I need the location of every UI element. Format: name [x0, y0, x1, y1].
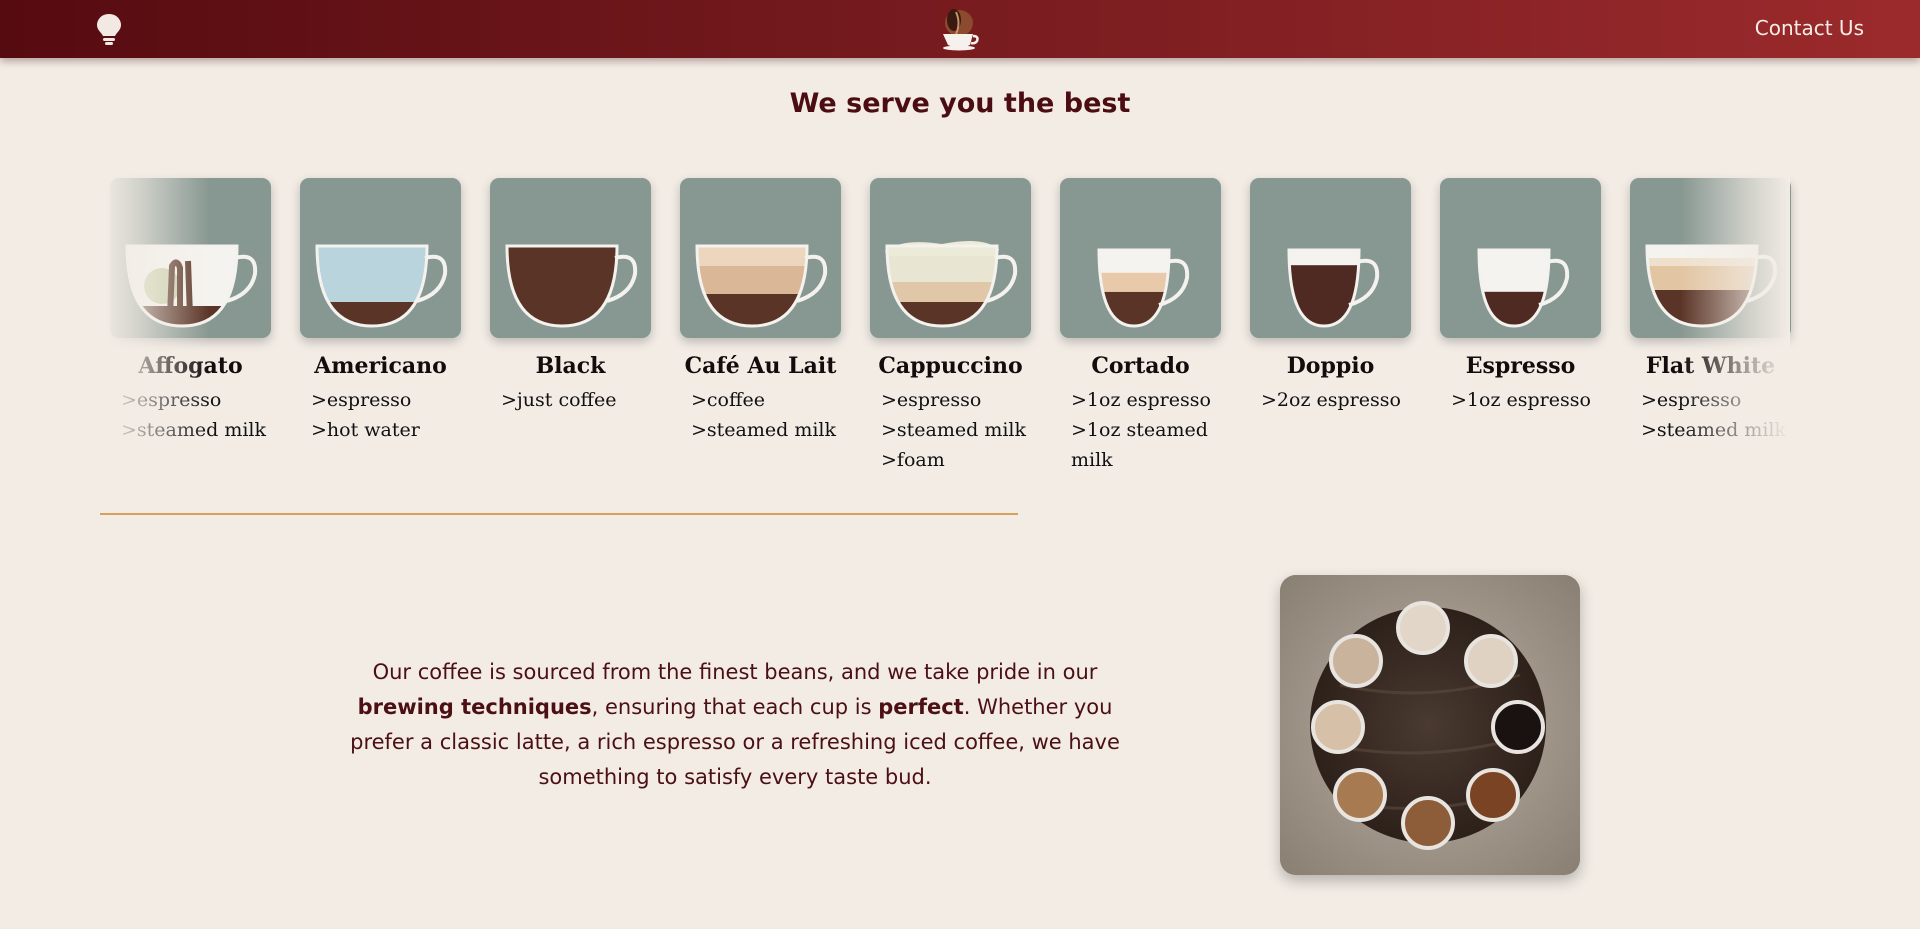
coffee-cup-card[interactable] [1440, 178, 1601, 338]
menu-item-ingredient: milk [1071, 449, 1113, 471]
menu-item[interactable]: Cappuccino >espresso >steamed milk >foam [870, 178, 1031, 475]
menu-item-description: >espresso >steamed milk [110, 385, 271, 445]
section-title: We serve you the best [789, 88, 1131, 119]
menu-item[interactable]: Flat White >espresso >steamed milk [1630, 178, 1791, 445]
menu-item-ingredient: >steamed milk [121, 419, 267, 441]
menu-item-ingredient: >espresso [311, 389, 412, 411]
menu-item-ingredient: >steamed milk [1641, 419, 1787, 441]
about-bold-perfect: perfect [878, 695, 964, 719]
menu-item-ingredient: >steamed milk [881, 419, 1027, 441]
menu-item-ingredient: >steamed milk [691, 419, 837, 441]
menu-item[interactable]: Café Au Lait >coffee >steamed milk [680, 178, 841, 445]
menu-item-ingredient: >1oz espresso [1071, 389, 1211, 411]
menu-item[interactable]: Espresso >1oz espresso [1440, 178, 1601, 415]
menu-item-description: >espresso >hot water [300, 385, 461, 445]
menu-item-ingredient: >coffee [691, 389, 765, 411]
about-bold-brewing: brewing techniques [357, 695, 592, 719]
menu-item[interactable]: Americano >espresso >hot water [300, 178, 461, 445]
about-paragraph: Our coffee is sourced from the finest be… [340, 655, 1130, 795]
coffee-cup-card[interactable] [1250, 178, 1411, 338]
coffee-cup-card[interactable] [300, 178, 461, 338]
about-text-1: Our coffee is sourced from the finest be… [372, 660, 1098, 684]
coffee-cup-card[interactable] [680, 178, 841, 338]
menu-item-name: Cappuccino [878, 353, 1023, 379]
menu-item-ingredient: >espresso [1641, 389, 1742, 411]
menu-item-name: Americano [314, 353, 447, 379]
menu-item-ingredient: >espresso [881, 389, 982, 411]
menu-item[interactable]: Cortado >1oz espresso >1oz steamed milk [1060, 178, 1221, 475]
coffee-cup-logo[interactable] [937, 7, 981, 51]
coffee-menu-carousel[interactable]: Affogato >espresso >steamed milk Americano >… [110, 178, 1791, 478]
contact-us-link[interactable]: Contact Us [1755, 16, 1864, 40]
menu-item-description: >2oz espresso [1250, 385, 1411, 415]
coffee-cup-card[interactable] [870, 178, 1031, 338]
menu-item[interactable]: Doppio >2oz espresso [1250, 178, 1411, 415]
menu-item-name: Café Au Lait [684, 353, 837, 379]
section-divider [100, 513, 1018, 515]
menu-item-description: >1oz espresso >1oz steamed milk [1060, 385, 1221, 475]
menu-item-ingredient: >espresso [121, 389, 222, 411]
menu-item-name: Doppio [1286, 353, 1375, 379]
menu-item-ingredient: >foam [881, 449, 945, 471]
menu-item-ingredient: >hot water [311, 419, 420, 441]
menu-item-name: Black [535, 353, 606, 379]
menu-item-description: >coffee >steamed milk [680, 385, 841, 445]
coffee-cup-card[interactable] [490, 178, 651, 338]
menu-item[interactable]: Black >just coffee [490, 178, 651, 415]
menu-item-name: Cortado [1091, 353, 1190, 379]
menu-item-ingredient: >2oz espresso [1261, 389, 1401, 411]
menu-item-ingredient: >just coffee [501, 389, 617, 411]
menu-item-description: >1oz espresso [1440, 385, 1601, 415]
menu-item-description: >espresso >steamed milk >foam [870, 385, 1031, 475]
menu-item-name: Espresso [1465, 353, 1576, 379]
menu-item-description: >just coffee [490, 385, 651, 415]
menu-item-ingredient: >1oz steamed [1071, 419, 1208, 441]
menu-item[interactable]: Affogato >espresso >steamed milk [110, 178, 271, 445]
coffee-cups-photo [1280, 575, 1580, 875]
coffee-cup-card[interactable] [110, 178, 271, 338]
top-navbar: Contact Us [0, 0, 1920, 58]
coffee-cup-card[interactable] [1630, 178, 1791, 338]
coffee-cup-card[interactable] [1060, 178, 1221, 338]
menu-item-name: Flat White [1645, 353, 1776, 379]
menu-item-name: Affogato [138, 353, 243, 379]
menu-item-ingredient: >1oz espresso [1451, 389, 1591, 411]
about-text-2: , ensuring that each cup is [591, 695, 879, 719]
lightbulb-icon[interactable] [96, 13, 122, 47]
menu-item-description: >espresso >steamed milk [1630, 385, 1791, 445]
